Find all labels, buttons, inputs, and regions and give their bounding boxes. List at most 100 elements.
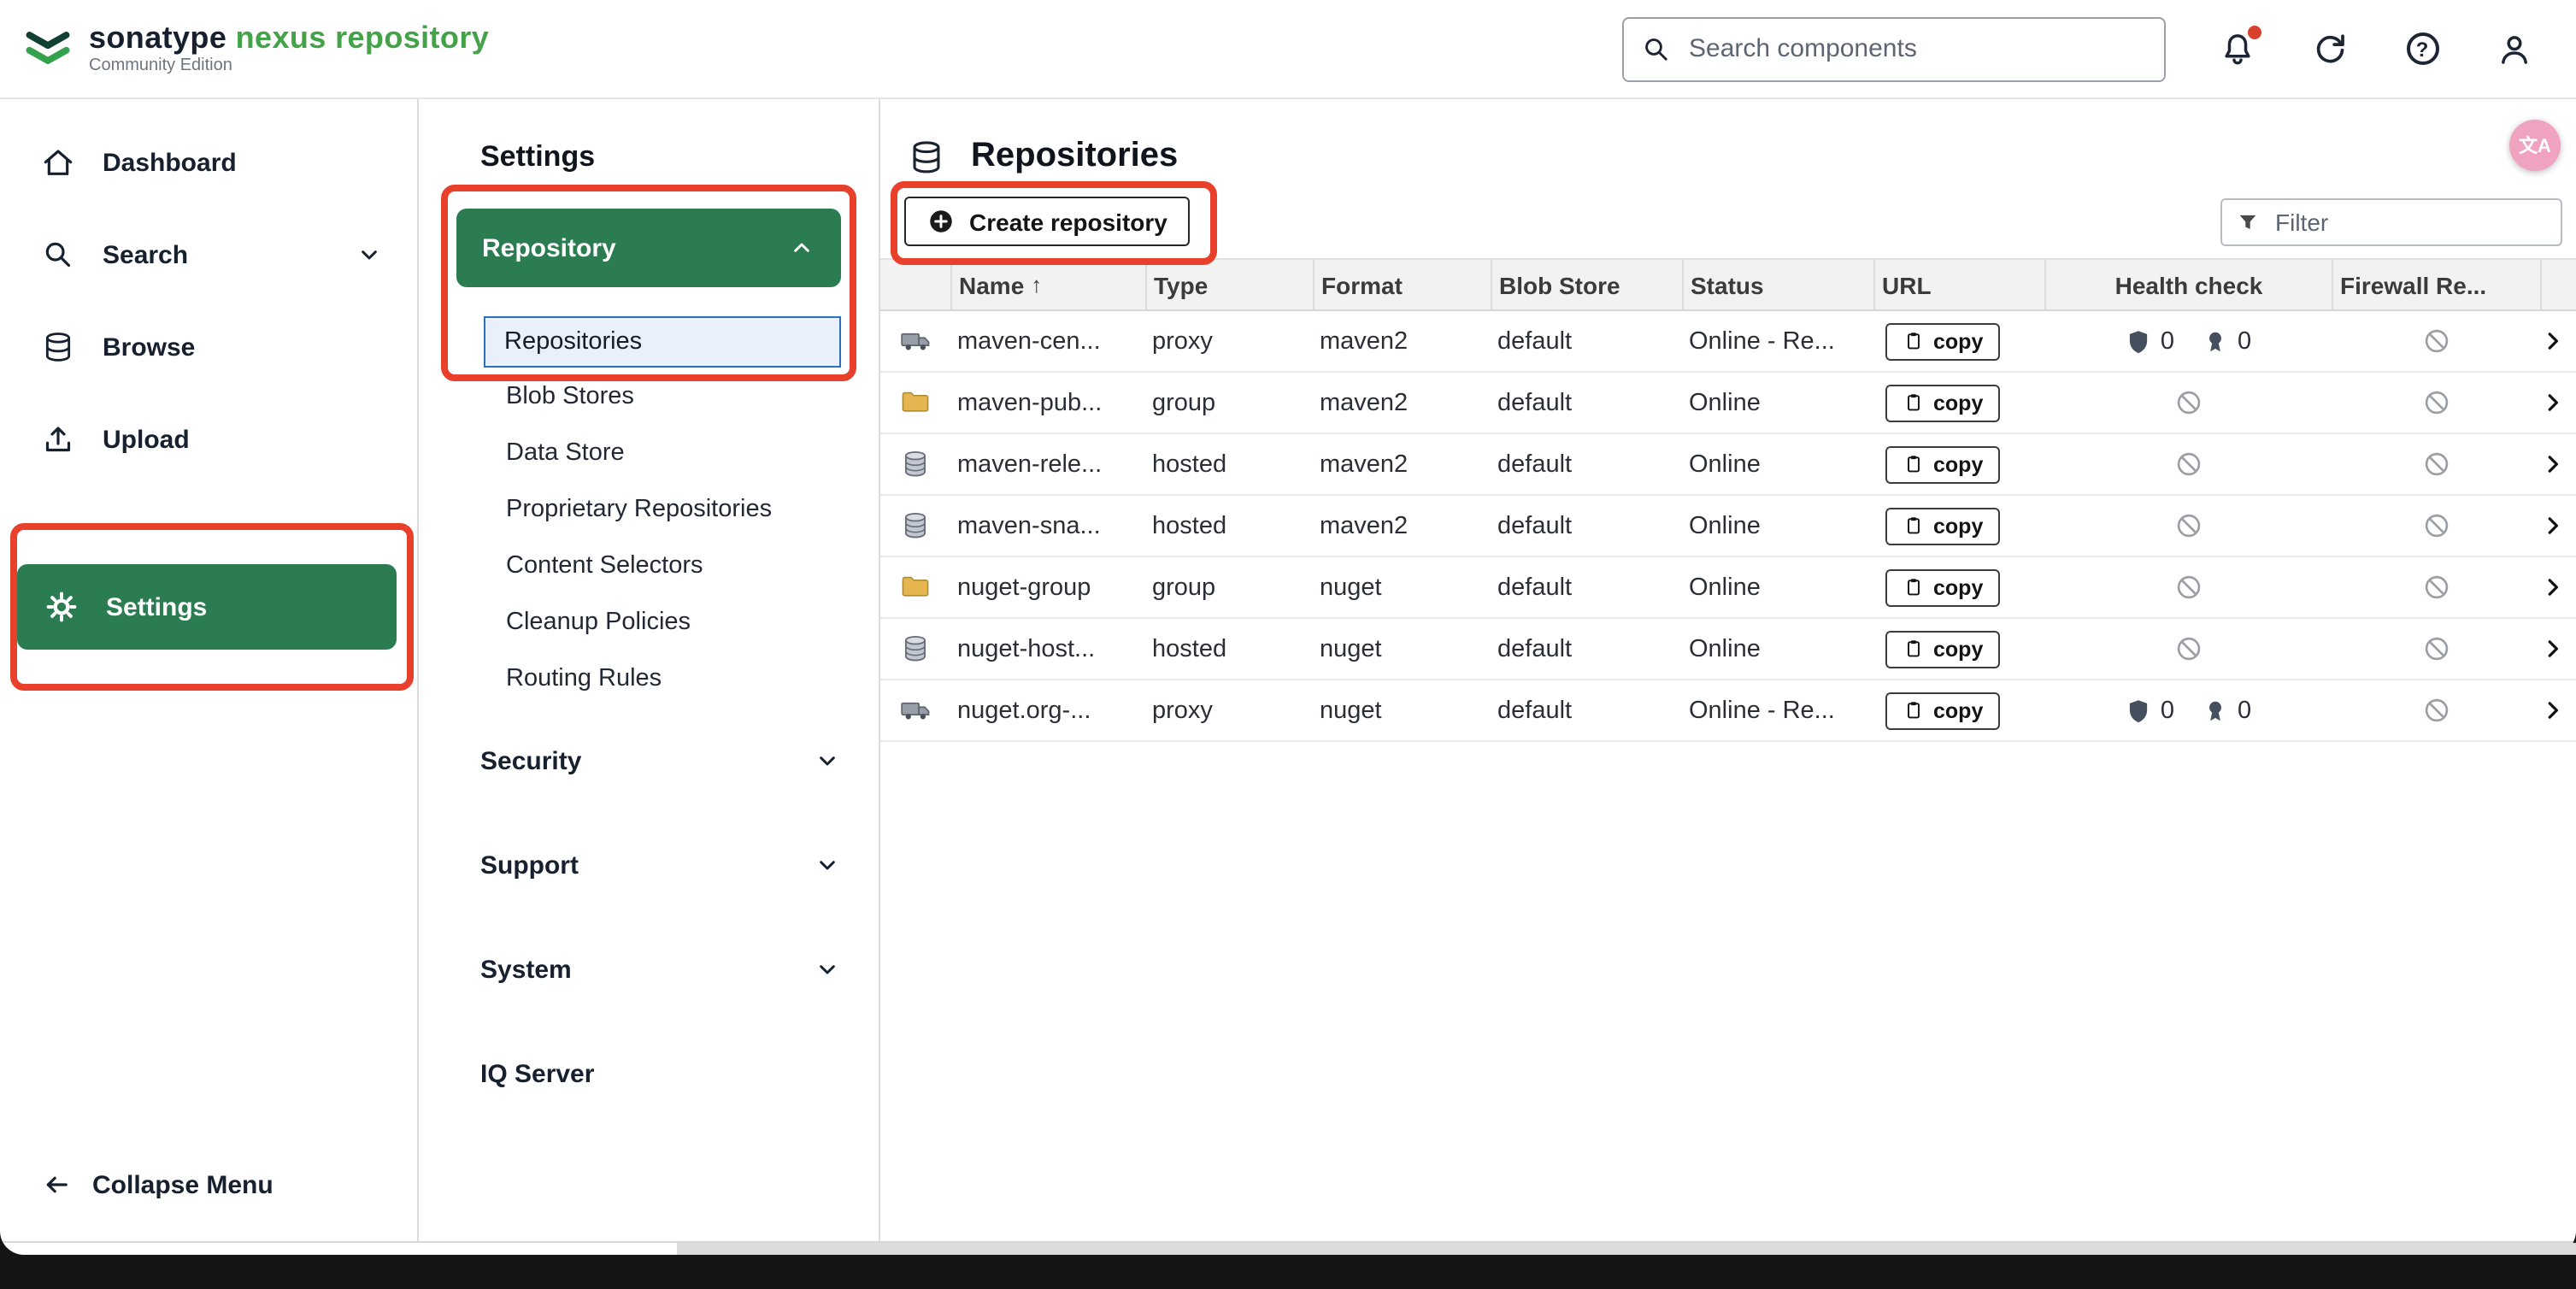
blocked-icon xyxy=(2421,696,2450,725)
settings-nav: Settings Repository Repositories Blob St… xyxy=(419,99,880,1241)
repo-status-cell: Online - Re... xyxy=(1682,327,1873,355)
support-section-button[interactable]: Support xyxy=(419,836,879,894)
translate-extension-badge[interactable]: 文A xyxy=(2509,120,2561,171)
hosted-repo-icon xyxy=(899,509,932,542)
sidebar-item-dashboard[interactable]: Dashboard xyxy=(0,116,417,209)
create-repository-button[interactable]: Create repository xyxy=(904,197,1190,246)
nav-item-content-selectors[interactable]: Content Selectors xyxy=(419,537,879,593)
column-header-blob-store[interactable]: Blob Store xyxy=(1491,260,1682,309)
copy-label: copy xyxy=(1933,329,1983,353)
copy-url-button[interactable]: copy xyxy=(1885,692,2000,729)
nav-item-blob-stores[interactable]: Blob Stores xyxy=(419,368,879,424)
column-label: Format xyxy=(1321,271,1403,298)
filter-input[interactable] xyxy=(2272,206,2547,237)
repo-url-cell: copy xyxy=(1873,322,2044,360)
global-search-input[interactable] xyxy=(1685,32,2147,65)
nav-item-cleanup-policies[interactable]: Cleanup Policies xyxy=(419,593,879,650)
table-row[interactable]: maven-sna... hosted maven2 default Onlin… xyxy=(880,496,2576,557)
copy-url-button[interactable]: copy xyxy=(1885,507,2000,544)
sidebar-item-label: Dashboard xyxy=(103,148,237,177)
sidebar-item-settings[interactable]: Settings xyxy=(17,564,397,650)
clipboard-icon xyxy=(1903,515,1925,537)
user-button[interactable] xyxy=(2494,28,2535,69)
repo-format-cell: maven2 xyxy=(1313,512,1491,539)
collapse-menu-button[interactable]: Collapse Menu xyxy=(0,1159,417,1210)
brand-primary: sonatype xyxy=(89,21,226,55)
row-expand-cell[interactable] xyxy=(2540,636,2576,662)
clipboard-icon xyxy=(1903,453,1925,475)
chevron-right-icon xyxy=(2540,697,2566,723)
copy-url-button[interactable]: copy xyxy=(1885,384,2000,421)
notifications-button[interactable] xyxy=(2217,28,2258,69)
section-label: System xyxy=(480,955,572,984)
security-section-button[interactable]: Security xyxy=(419,732,879,790)
blocked-icon xyxy=(2421,450,2450,479)
table-row[interactable]: nuget.org-... proxy nuget default Online… xyxy=(880,680,2576,742)
sidebar-item-search[interactable]: Search xyxy=(0,209,417,301)
help-icon: ? xyxy=(2406,32,2438,65)
column-header-format[interactable]: Format xyxy=(1313,260,1491,309)
table-row[interactable]: nuget-group group nuget default Online c… xyxy=(880,557,2576,619)
refresh-button[interactable] xyxy=(2309,28,2350,69)
nav-item-proprietary-repositories[interactable]: Proprietary Repositories xyxy=(419,480,879,537)
nav-item-label: Repositories xyxy=(504,328,642,356)
repository-section-button[interactable]: Repository xyxy=(456,209,841,287)
row-expand-cell[interactable] xyxy=(2540,328,2576,354)
repo-status-cell: Online xyxy=(1682,450,1873,478)
repo-format-cell: maven2 xyxy=(1313,450,1491,478)
repo-name-cell: maven-rele... xyxy=(950,450,1145,478)
health-shield-count: 0 xyxy=(2161,327,2174,355)
row-expand-cell[interactable] xyxy=(2540,697,2576,723)
horizontal-scrollbar[interactable] xyxy=(677,1243,2576,1255)
row-expand-cell[interactable] xyxy=(2540,574,2576,600)
copy-url-button[interactable]: copy xyxy=(1885,322,2000,360)
brand-secondary: nexus repository xyxy=(236,21,490,55)
global-search[interactable] xyxy=(1622,16,2166,81)
settings-nav-title: Settings xyxy=(480,140,879,178)
repositories-table: Name ↑ Type Format Blob Store Status URL… xyxy=(880,258,2576,742)
repo-url-cell: copy xyxy=(1873,507,2044,544)
chevron-down-icon xyxy=(814,851,841,879)
column-header-name[interactable]: Name ↑ xyxy=(950,260,1145,309)
repo-name-cell: maven-cen... xyxy=(950,327,1145,355)
column-header-firewall[interactable]: Firewall Re... xyxy=(2332,260,2540,309)
sidebar-item-label: Search xyxy=(103,240,188,269)
table-row[interactable]: maven-pub... group maven2 default Online… xyxy=(880,373,2576,434)
copy-url-button[interactable]: copy xyxy=(1885,630,2000,668)
health-badge-stat: 0 xyxy=(2202,697,2251,724)
system-section-button[interactable]: System xyxy=(419,940,879,998)
repo-status-cell: Online xyxy=(1682,512,1873,539)
sidebar-item-browse[interactable]: Browse xyxy=(0,301,417,393)
table-row[interactable]: maven-rele... hosted maven2 default Onli… xyxy=(880,434,2576,496)
table-row[interactable]: maven-cen... proxy maven2 default Online… xyxy=(880,311,2576,373)
column-header-status[interactable]: Status xyxy=(1682,260,1873,309)
row-expand-cell[interactable] xyxy=(2540,390,2576,415)
filter-box[interactable] xyxy=(2220,197,2562,245)
copy-label: copy xyxy=(1933,575,1983,599)
row-expand-cell[interactable] xyxy=(2540,513,2576,539)
column-header-url[interactable]: URL xyxy=(1873,260,2044,309)
copy-url-button[interactable]: copy xyxy=(1885,445,2000,483)
blocked-icon xyxy=(2421,327,2450,356)
repo-status-cell: Online - Re... xyxy=(1682,697,1873,724)
column-header-health-check[interactable]: Health check xyxy=(2044,260,2332,309)
row-expand-cell[interactable] xyxy=(2540,451,2576,477)
table-row[interactable]: nuget-host... hosted nuget default Onlin… xyxy=(880,619,2576,680)
nav-item-repositories[interactable]: Repositories xyxy=(484,316,841,368)
sidebar-item-upload[interactable]: Upload xyxy=(0,393,417,486)
iq-server-button[interactable]: IQ Server xyxy=(419,1045,879,1103)
firewall-cell xyxy=(2332,327,2540,356)
column-header-type[interactable]: Type xyxy=(1145,260,1313,309)
firewall-cell xyxy=(2332,388,2540,417)
shield-icon xyxy=(2125,327,2152,355)
nav-item-routing-rules[interactable]: Routing Rules xyxy=(419,650,879,706)
blocked-icon xyxy=(2173,573,2203,602)
clipboard-icon xyxy=(1903,576,1925,598)
shield-icon xyxy=(2125,697,2152,724)
clipboard-icon xyxy=(1903,391,1925,414)
column-label: Health check xyxy=(2115,271,2263,298)
copy-label: copy xyxy=(1933,391,1983,415)
copy-url-button[interactable]: copy xyxy=(1885,568,2000,606)
nav-item-data-store[interactable]: Data Store xyxy=(419,424,879,480)
help-button[interactable]: ? xyxy=(2402,28,2443,69)
